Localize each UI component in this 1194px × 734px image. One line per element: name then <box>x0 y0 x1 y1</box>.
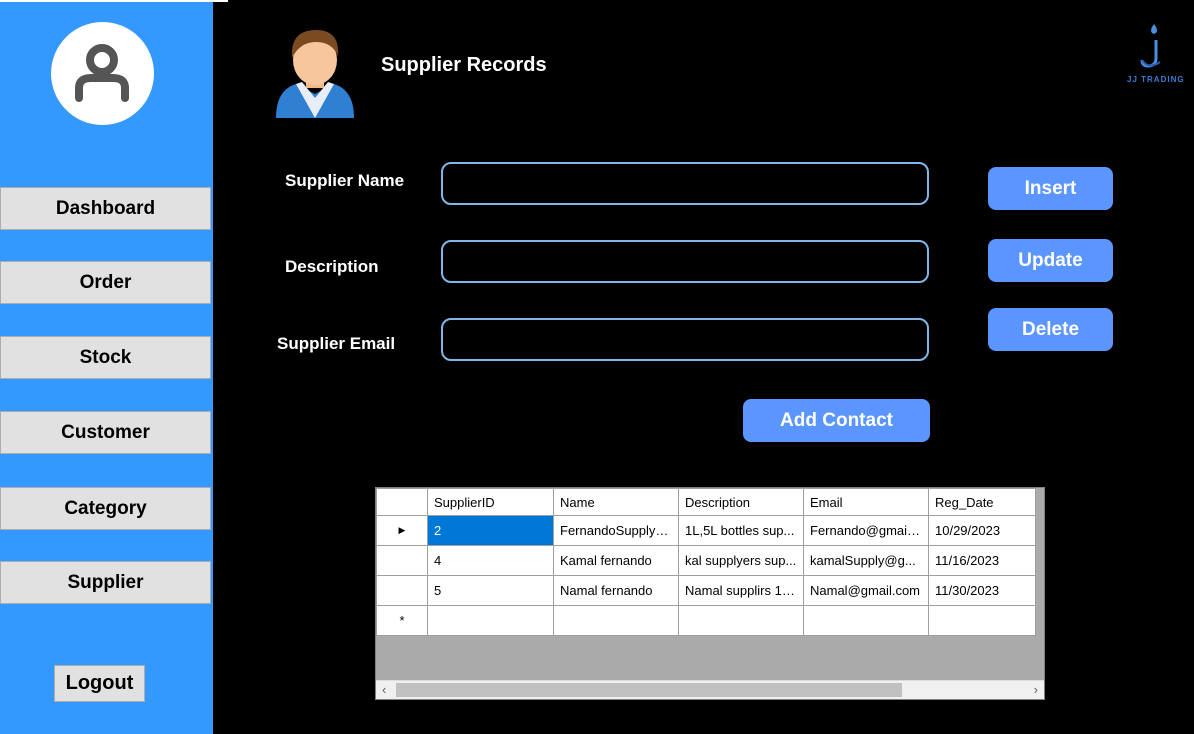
table-cell[interactable] <box>928 605 1036 636</box>
cell-text: 10/29/2023 <box>935 523 1001 538</box>
avatar <box>51 22 154 125</box>
supplier-name-label: Supplier Name <box>285 171 405 190</box>
scrollbar-thumb[interactable] <box>396 683 902 697</box>
nav-customer-button[interactable]: Customer <box>0 411 211 454</box>
supplier-email-input[interactable] <box>441 318 929 361</box>
table-cell[interactable]: Namal supplirs 1L... <box>678 575 804 606</box>
nav-category-button[interactable]: Category <box>0 487 211 530</box>
table-cell[interactable]: 5 <box>427 575 554 606</box>
table-cell[interactable]: Kamal fernando <box>553 545 679 576</box>
logout-button[interactable]: Logout <box>54 665 145 702</box>
row-header[interactable] <box>376 545 428 576</box>
cell-text: 5 <box>434 583 442 598</box>
supplier-grid[interactable]: SupplierID Name Description Email Reg_Da… <box>375 487 1045 700</box>
column-header-email[interactable]: Email <box>803 488 929 516</box>
table-cell[interactable]: Fernando@gmail.... <box>803 515 929 546</box>
cell-text: 11/16/2023 <box>935 553 1000 568</box>
cell-text: kal supplyers sup... <box>685 553 797 568</box>
table-cell[interactable] <box>803 605 929 636</box>
table-cell[interactable]: kamalSupply@g... <box>803 545 929 576</box>
table-row[interactable]: ▶ 2 FernandoSupplyers 1L,5L bottles sup.… <box>376 515 1036 546</box>
table-cell[interactable] <box>553 605 679 636</box>
table-cell[interactable]: 2 <box>427 515 554 546</box>
current-row-indicator[interactable]: ▶ <box>376 515 428 546</box>
nav-stock-button[interactable]: Stock <box>0 336 211 379</box>
divider <box>0 0 228 2</box>
table-cell[interactable]: 11/16/2023 <box>928 545 1036 576</box>
brand-logo-icon <box>1140 24 1161 68</box>
cell-text: Kamal fernando <box>560 553 652 568</box>
delete-button[interactable]: Delete <box>988 308 1113 351</box>
table-cell[interactable] <box>678 605 804 636</box>
supplier-email-label: Supplier Email <box>277 334 396 353</box>
brand-logo: JJ TRADING <box>1124 20 1194 90</box>
cell-text: kamalSupply@g... <box>810 553 916 568</box>
new-row[interactable]: * <box>376 605 1036 636</box>
cell-text: 2 <box>434 523 442 538</box>
brand-name: JJ TRADING <box>1127 75 1185 84</box>
table-cell[interactable]: 10/29/2023 <box>928 515 1036 546</box>
table-cell[interactable]: 1L,5L bottles sup... <box>678 515 804 546</box>
user-avatar-icon <box>75 44 129 102</box>
cell-text: Namal fernando <box>560 583 653 598</box>
column-header-description[interactable]: Description <box>678 488 804 516</box>
nav-supplier-button[interactable]: Supplier <box>0 561 211 604</box>
new-row-indicator[interactable]: * <box>376 605 428 636</box>
scroll-left-icon[interactable]: ‹ <box>382 682 386 697</box>
table-cell[interactable]: FernandoSupplyers <box>553 515 679 546</box>
table-cell[interactable]: kal supplyers sup... <box>678 545 804 576</box>
description-label: Description <box>285 257 379 276</box>
supplier-table: SupplierID Name Description Email Reg_Da… <box>376 488 1036 636</box>
insert-button[interactable]: Insert <box>988 167 1113 210</box>
column-header-name[interactable]: Name <box>553 488 679 516</box>
column-header-reg-date[interactable]: Reg_Date <box>928 488 1036 516</box>
update-button[interactable]: Update <box>988 239 1113 282</box>
add-contact-button[interactable]: Add Contact <box>743 399 930 442</box>
nav-dashboard-button[interactable]: Dashboard <box>0 187 211 230</box>
table-cell[interactable]: Namal@gmail.com <box>803 575 929 606</box>
table-cell[interactable]: Namal fernando <box>553 575 679 606</box>
table-row[interactable]: 4 Kamal fernando kal supplyers sup... ka… <box>376 545 1036 576</box>
cell-text: Fernando@gmail.... <box>810 523 922 538</box>
sidebar: Dashboard Order Stock Customer Category … <box>0 0 213 734</box>
nav-order-button[interactable]: Order <box>0 261 211 304</box>
cell-text: 11/30/2023 <box>935 583 1000 598</box>
table-cell[interactable]: 11/30/2023 <box>928 575 1036 606</box>
cell-text: Namal supplirs 1L... <box>685 583 797 598</box>
row-header-corner <box>376 488 428 516</box>
scroll-right-icon[interactable]: › <box>1034 682 1038 697</box>
page-title: Supplier Records <box>381 54 547 76</box>
cell-text: 4 <box>434 553 442 568</box>
cell-text: Namal@gmail.com <box>810 583 920 598</box>
description-input[interactable] <box>441 240 929 283</box>
table-cell[interactable] <box>427 605 554 636</box>
cell-text: 1L,5L bottles sup... <box>685 523 795 538</box>
person-icon <box>272 24 358 123</box>
row-header[interactable] <box>376 575 428 606</box>
cell-text: FernandoSupplyers <box>560 523 672 538</box>
supplier-name-input[interactable] <box>441 162 929 205</box>
table-header-row: SupplierID Name Description Email Reg_Da… <box>376 488 1036 516</box>
column-header-supplierid[interactable]: SupplierID <box>427 488 554 516</box>
table-row[interactable]: 5 Namal fernando Namal supplirs 1L... Na… <box>376 575 1036 606</box>
horizontal-scrollbar[interactable]: ‹ › <box>376 680 1044 699</box>
table-cell[interactable]: 4 <box>427 545 554 576</box>
